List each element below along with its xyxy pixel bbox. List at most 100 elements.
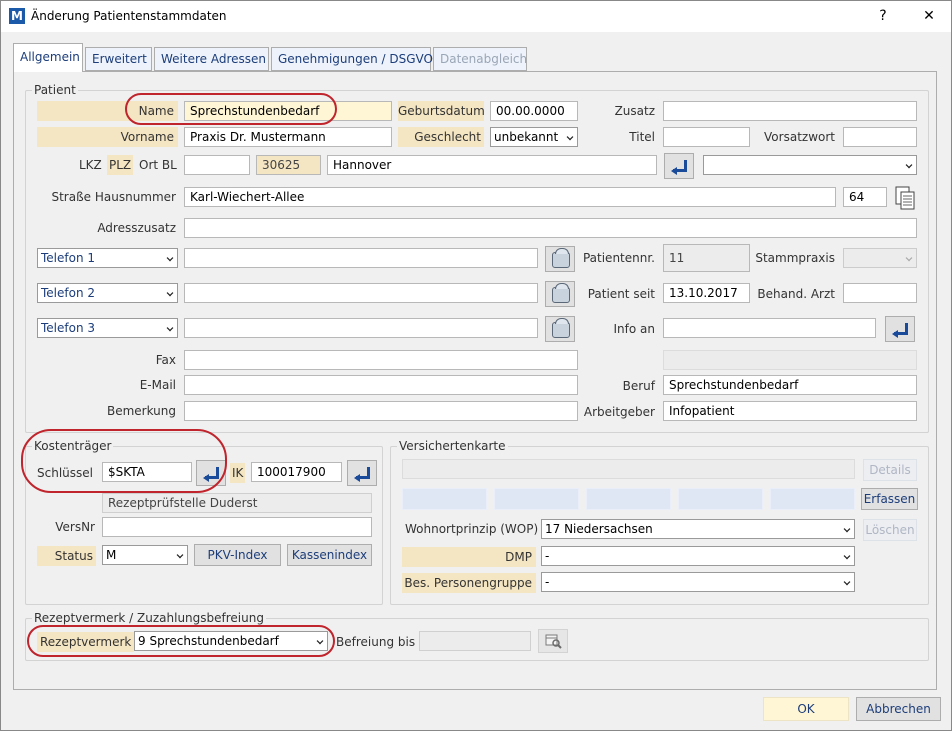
arbeitgeber-label: Arbeitgeber: [583, 405, 655, 419]
chevron-down-icon: [166, 324, 174, 332]
beruf-label: Beruf: [622, 379, 655, 393]
ort-input[interactable]: Hannover: [327, 155, 657, 175]
info-an-input[interactable]: [663, 318, 876, 338]
wop-label: Wohnortprinzip (WOP): [405, 522, 539, 536]
tab-genehmigungen[interactable]: Genehmigungen / DSGVO: [271, 47, 433, 71]
ik-enter-button[interactable]: [347, 460, 377, 486]
arbeitgeber-input[interactable]: Infopatient: [663, 401, 917, 421]
info-an-detail: [663, 350, 917, 370]
vorname-input[interactable]: Praxis Dr. Mustermann: [184, 127, 392, 147]
app-logo-icon: M: [9, 8, 25, 24]
status-select[interactable]: M: [102, 545, 188, 565]
bemerkung-input[interactable]: [184, 401, 578, 421]
email-input[interactable]: [184, 375, 578, 395]
strasse-input[interactable]: Karl-Wiechert-Allee: [184, 187, 836, 207]
chevron-down-icon: [566, 133, 574, 141]
karten-feld: [586, 488, 671, 510]
hausnummer-input[interactable]: 64: [843, 187, 887, 207]
help-button[interactable]: ?: [869, 5, 897, 27]
geschlecht-select[interactable]: unbekannt: [490, 127, 578, 147]
patient-seit-input[interactable]: 13.10.2017: [663, 283, 750, 303]
patientennr-value: 11: [663, 244, 750, 272]
annotation-circle: [125, 93, 337, 125]
telefon1-input[interactable]: [184, 248, 538, 268]
dialog-window: M Änderung Patientenstammdaten ? ✕ Allge…: [0, 0, 952, 731]
dial-telefon2-button[interactable]: [545, 281, 575, 307]
vorsatzwort-label: Vorsatzwort: [764, 130, 835, 144]
bes-personengruppe-select[interactable]: -: [541, 572, 855, 592]
geschlecht-label: Geschlecht: [398, 127, 484, 147]
vorsatzwort-input[interactable]: [843, 127, 917, 147]
fax-input[interactable]: [184, 350, 578, 370]
calendar-search-icon[interactable]: [538, 629, 568, 653]
befreiung-input: [419, 631, 531, 651]
chevron-down-icon: [905, 161, 913, 169]
patient-legend: Patient: [34, 83, 76, 97]
erfassen-button[interactable]: Erfassen: [861, 488, 918, 510]
titel-input[interactable]: [663, 127, 750, 147]
geburtsdatum-input[interactable]: 00.00.0000: [490, 101, 578, 121]
befreiung-label: Befreiung bis: [336, 635, 416, 649]
wop-select[interactable]: 17 Niedersachsen: [541, 519, 855, 539]
plz-label: PLZ: [107, 155, 134, 175]
status-value: M: [106, 548, 117, 562]
dmp-value: -: [545, 549, 550, 563]
patient-seit-label: Patient seit: [587, 287, 655, 301]
telefon2-type-select[interactable]: Telefon 2: [37, 283, 178, 303]
pkv-index-button[interactable]: PKV-Index: [194, 544, 281, 566]
bemerkung-label: Bemerkung: [106, 404, 176, 418]
ik-label: IK: [230, 463, 246, 483]
tab-weitere-adressen[interactable]: Weitere Adressen: [154, 47, 269, 71]
zusatz-input[interactable]: [663, 101, 917, 121]
telefon1-type-select[interactable]: Telefon 1: [37, 248, 178, 268]
close-button[interactable]: ✕: [915, 5, 943, 27]
stammpraxis-select: [843, 248, 917, 268]
tab-allgemein[interactable]: Allgemein: [13, 43, 83, 72]
karten-feld: [770, 488, 855, 510]
copy-address-icon[interactable]: [893, 185, 917, 211]
plz-input[interactable]: 30625: [256, 155, 321, 175]
versnr-input[interactable]: [102, 517, 372, 537]
telefon3-label: Telefon 3: [41, 321, 96, 335]
behand-arzt-input[interactable]: [843, 283, 917, 303]
details-button: Details: [863, 459, 917, 481]
tab-datenabgleich: Datenabgleich: [433, 47, 527, 71]
loeschen-button: Löschen: [863, 519, 917, 541]
lkz-input[interactable]: [184, 155, 250, 175]
info-an-label: Info an: [613, 322, 655, 336]
telefon2-input[interactable]: [184, 283, 538, 303]
titel-label: Titel: [629, 130, 655, 144]
lkz-label: LKZ: [79, 158, 102, 172]
info-an-enter-button[interactable]: [885, 316, 915, 342]
chevron-down-icon: [166, 289, 174, 297]
bes-personengruppe-value: -: [545, 575, 550, 589]
karten-feld: [494, 488, 579, 510]
bundesland-select[interactable]: [703, 155, 917, 175]
patientennr-label: Patientennr.: [582, 251, 655, 265]
kassenindex-button[interactable]: Kassenindex: [287, 544, 372, 566]
abbrechen-button[interactable]: Abbrechen: [856, 697, 941, 721]
ok-button[interactable]: OK: [763, 697, 849, 721]
beruf-input[interactable]: Sprechstundenbedarf: [663, 375, 917, 395]
annotation-circle: [21, 429, 227, 493]
ik-input[interactable]: 100017900: [251, 462, 342, 482]
karten-feld: [678, 488, 763, 510]
rezept-legend: Rezeptvermerk / Zuzahlungsbefreiung: [34, 611, 264, 625]
adresszusatz-input[interactable]: [184, 218, 917, 238]
telefon3-type-select[interactable]: Telefon 3: [37, 318, 178, 338]
enter-arrow-icon: [892, 323, 908, 338]
dial-telefon1-button[interactable]: [545, 246, 575, 272]
dmp-select[interactable]: -: [541, 546, 855, 566]
ort-enter-button[interactable]: [664, 153, 694, 179]
bes-personengruppe-label: Bes. Personengruppe: [402, 573, 536, 593]
title-bar: M Änderung Patientenstammdaten ? ✕: [1, 1, 951, 32]
dial-telefon3-button[interactable]: [545, 316, 575, 342]
telefon3-input[interactable]: [184, 318, 538, 338]
chevron-down-icon: [843, 578, 851, 586]
tab-erweitert[interactable]: Erweitert: [85, 47, 152, 71]
dmp-label: DMP: [402, 547, 536, 567]
phone-icon: [552, 248, 570, 268]
zusatz-label: Zusatz: [614, 104, 655, 118]
window-title: Änderung Patientenstammdaten: [31, 9, 227, 23]
fax-label: Fax: [155, 353, 176, 367]
